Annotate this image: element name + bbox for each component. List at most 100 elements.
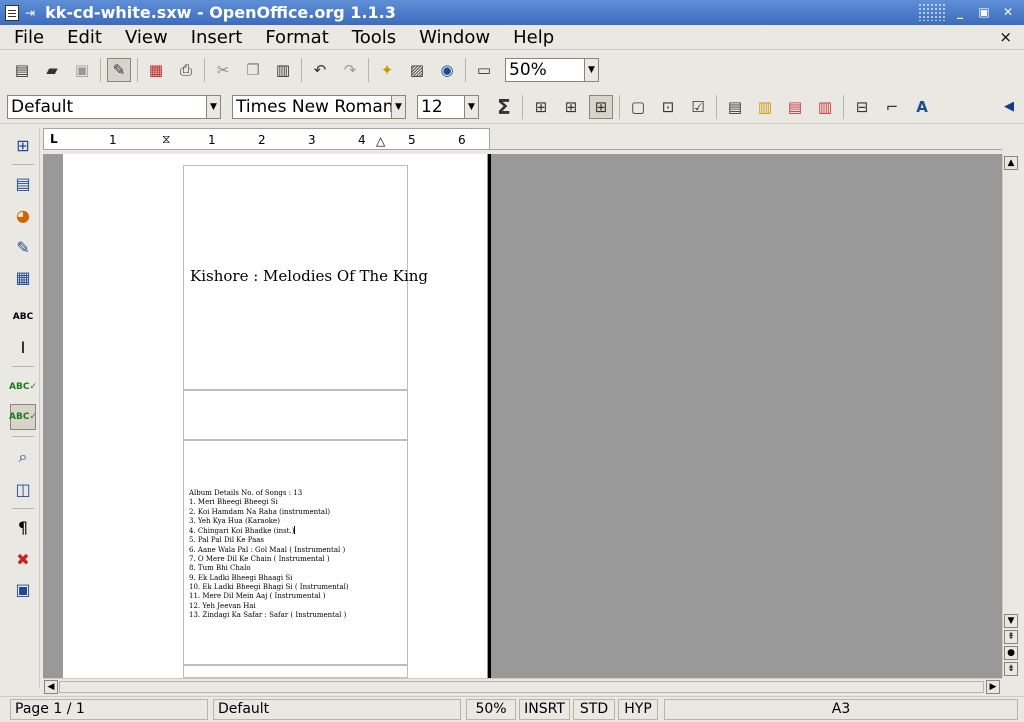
open-folder-icon[interactable]: ▰ — [40, 58, 64, 82]
text-cursor — [294, 526, 296, 535]
horizontal-scrollbar[interactable]: ◀ ▶ — [43, 678, 1002, 694]
data-source-icon[interactable]: ◫ — [10, 476, 36, 502]
data-sources-icon[interactable]: ▭ — [472, 58, 496, 82]
insert-fields-icon[interactable]: ▤ — [10, 170, 36, 196]
main-toolbar: ⊞ ▤ ◕ ✎ ▦ ABC I ABC✓ ABC✓ ⌕ ◫ ¶ ✖ ▣ — [0, 128, 40, 688]
navigator-icon[interactable]: ✦ — [375, 58, 399, 82]
cut-icon[interactable]: ✂ — [211, 58, 235, 82]
menu-format[interactable]: Format — [251, 27, 337, 48]
print-icon[interactable]: ⎙ — [174, 58, 198, 82]
gallery-icon[interactable]: ◉ — [435, 58, 459, 82]
album-details-frame[interactable]: Album Details No. of Songs : 13 1. Meri … — [183, 440, 408, 665]
toolbar-collapse-icon[interactable]: ◀ — [1004, 99, 1014, 114]
copy-icon[interactable]: ❐ — [241, 58, 265, 82]
autotext-icon[interactable]: ABC — [10, 304, 36, 330]
scroll-down-icon[interactable]: ▼ — [1004, 614, 1018, 628]
right-indent-marker[interactable]: △ — [376, 134, 385, 148]
cd-spine-frame[interactable] — [183, 390, 408, 440]
form-controls-icon[interactable]: ▦ — [10, 264, 36, 290]
undo-icon[interactable]: ↶ — [308, 58, 332, 82]
save-icon[interactable]: ▣ — [70, 58, 94, 82]
spellcheck-icon[interactable]: ABC✓ — [9, 374, 37, 400]
album-line: 8. Tum Bhi Chalo — [189, 564, 251, 573]
font-size-select[interactable]: 12 ▼ — [417, 94, 479, 119]
scroll-right-icon[interactable]: ▶ — [986, 680, 1000, 694]
chevron-down-icon[interactable]: ▼ — [391, 95, 405, 118]
cd-cover-frame[interactable]: Kishore : Melodies Of The King — [183, 165, 428, 390]
border-icon[interactable]: ▢ — [626, 95, 650, 119]
pin-icon[interactable]: ⇥ — [25, 6, 35, 20]
insert-table-icon[interactable]: ⊞ — [10, 132, 36, 158]
insert-row-icon[interactable]: ▤ — [723, 95, 747, 119]
zoom-select[interactable]: 50% ▼ — [505, 58, 599, 82]
horizontal-ruler[interactable]: L 1 ⧖ 1 2 3 4 △ 5 6 — [43, 128, 490, 150]
status-hyperlink-mode[interactable]: HYP — [618, 699, 658, 720]
table-align-left-icon[interactable]: ⊞ — [529, 95, 553, 119]
chevron-down-icon[interactable]: ▼ — [206, 95, 220, 118]
optimize-table-icon[interactable]: ☑ — [686, 95, 710, 119]
album-line: 2. Koi Hamdam Na Raha (instrumental) — [189, 507, 331, 516]
album-line: Album Details No. of Songs : 13 — [189, 489, 303, 497]
close-button[interactable]: ✕ — [998, 3, 1018, 21]
maximize-button[interactable]: ▣ — [974, 3, 994, 21]
paste-icon[interactable]: ▥ — [271, 58, 295, 82]
navigation-icon[interactable]: ● — [1004, 646, 1018, 660]
paragraph-style-select[interactable]: Default ▼ — [7, 94, 221, 119]
formatting-marks-icon[interactable]: ¶ — [10, 514, 36, 540]
minimize-button[interactable]: _ — [950, 3, 970, 21]
status-page-style[interactable]: Default — [213, 699, 461, 720]
find-replace-icon[interactable]: ⌕ — [10, 444, 36, 470]
character-icon[interactable]: A — [910, 95, 934, 119]
font-name-select[interactable]: Times New Roman ▼ — [232, 94, 406, 119]
status-page[interactable]: Page 1 / 1 — [10, 699, 208, 720]
redo-icon[interactable]: ↷ — [338, 58, 362, 82]
status-zoom[interactable]: 50% — [466, 699, 516, 720]
chevron-down-icon[interactable]: ▼ — [584, 59, 598, 81]
table-align-center-icon[interactable]: ⊞ — [559, 95, 583, 119]
export-pdf-icon[interactable]: ▦ — [144, 58, 168, 82]
status-paper-size: A3 — [664, 699, 1018, 720]
previous-page-icon[interactable]: ⇞ — [1004, 630, 1018, 644]
next-frame[interactable] — [183, 665, 408, 678]
ruler-tick: 5 — [408, 133, 416, 147]
scroll-up-icon[interactable]: ▲ — [1004, 156, 1018, 170]
menu-window[interactable]: Window — [405, 27, 499, 48]
document-page[interactable]: Kishore : Melodies Of The King Album Det… — [63, 154, 487, 678]
menu-tools[interactable]: Tools — [338, 27, 405, 48]
delete-column-icon[interactable]: ▥ — [813, 95, 837, 119]
scroll-left-icon[interactable]: ◀ — [44, 680, 58, 694]
graphics-off-icon[interactable]: ✖ — [10, 546, 36, 572]
draw-icon[interactable]: ✎ — [10, 234, 36, 260]
text-cursor-icon[interactable]: I — [10, 334, 36, 360]
status-selection-mode[interactable]: STD — [573, 699, 615, 720]
menu-help[interactable]: Help — [499, 27, 563, 48]
chevron-down-icon[interactable]: ▼ — [464, 95, 478, 118]
status-insert-mode[interactable]: INSRT — [519, 699, 570, 720]
toolbar-separator — [843, 94, 844, 119]
insert-column-icon[interactable]: ▥ — [753, 95, 777, 119]
document-area[interactable]: Kishore : Melodies Of The King Album Det… — [43, 154, 1002, 678]
ruler-tick: 4 — [358, 133, 366, 147]
tab-stop-type[interactable]: L — [50, 132, 58, 146]
edit-file-icon[interactable]: ✎ — [107, 58, 131, 82]
next-page-icon[interactable]: ⇟ — [1004, 662, 1018, 676]
menu-view[interactable]: View — [111, 27, 177, 48]
sum-icon[interactable]: Σ — [492, 95, 516, 119]
menu-file[interactable]: File — [0, 27, 53, 48]
split-cells-icon[interactable]: ⊟ — [850, 95, 874, 119]
vertical-scrollbar[interactable]: ▲ ▼ ⇞ ● ⇟ — [1002, 154, 1018, 678]
delete-row-icon[interactable]: ▤ — [783, 95, 807, 119]
merge-cells-icon[interactable]: ⌐ — [880, 95, 904, 119]
cell-borders-icon[interactable]: ⊡ — [656, 95, 680, 119]
menu-insert[interactable]: Insert — [177, 27, 252, 48]
autospellcheck-icon[interactable]: ABC✓ — [9, 404, 37, 430]
close-document-icon[interactable]: × — [999, 28, 1012, 46]
new-document-icon[interactable]: ▤ — [10, 58, 34, 82]
online-layout-icon[interactable]: ▣ — [10, 576, 36, 602]
menu-edit[interactable]: Edit — [53, 27, 111, 48]
stylist-icon[interactable]: ▨ — [405, 58, 429, 82]
insert-object-icon[interactable]: ◕ — [10, 202, 36, 228]
table-align-right-icon[interactable]: ⊞ — [589, 94, 613, 119]
left-indent-marker[interactable]: ⧖ — [162, 132, 170, 147]
horizontal-scroll-thumb[interactable] — [59, 681, 984, 693]
